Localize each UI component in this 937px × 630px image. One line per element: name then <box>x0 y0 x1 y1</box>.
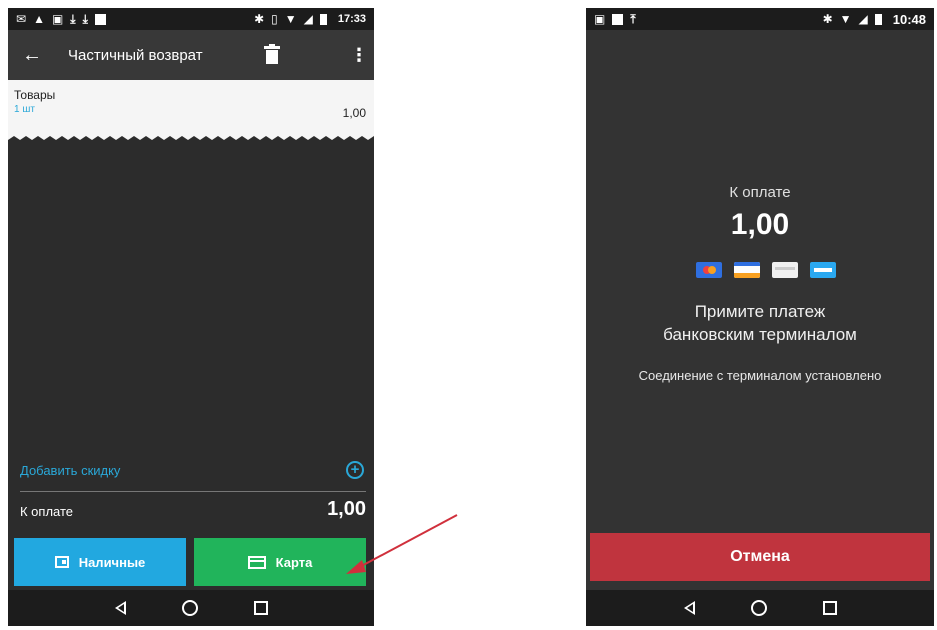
more-vert-icon[interactable]: ⋮ <box>344 45 374 66</box>
bluetooth-icon: ✱ <box>254 12 265 26</box>
gmail-icon: ✉ <box>16 12 27 26</box>
receipt-item[interactable]: Товары 1 шт 1,00 <box>8 80 374 132</box>
nav-home-icon[interactable] <box>181 600 198 616</box>
credit-card-icon <box>247 555 266 569</box>
toolbar: ← Частичный возврат ⋮ <box>8 30 374 80</box>
status-bar: ▣ ⤒ ✱ ▼ ◢ 10:48 <box>586 8 934 30</box>
download-icon: ⤓ <box>82 12 88 26</box>
card-button-label: Карта <box>275 554 313 570</box>
phone-screen-terminal-payment: ▣ ⤒ ✱ ▼ ◢ 10:48 К оплате 1,00 Примите пл… <box>586 8 934 626</box>
toolbar-title: Частичный возврат <box>68 46 203 64</box>
square-icon <box>94 13 106 25</box>
cancel-button[interactable]: Отмена <box>590 533 930 581</box>
status-bar: ✉ ▲ ▣ ⤓ ⤓ ✱ ▯ ▼ ◢ 17:33 <box>8 8 374 30</box>
image-icon: ▣ <box>594 12 606 26</box>
connection-status: Соединение с терминалом установлено <box>638 368 882 383</box>
battery-icon <box>319 13 327 25</box>
status-time: 10:48 <box>892 11 926 27</box>
terminal-message: Примите платеж банковским терминалом <box>586 300 934 346</box>
total-label: К оплате <box>20 504 74 519</box>
card-icon <box>810 262 836 278</box>
divider <box>20 491 366 492</box>
payment-amount: 1,00 <box>730 208 790 241</box>
image-icon: ▣ <box>51 12 64 26</box>
annotation-arrow-icon <box>346 514 458 574</box>
card-icon <box>772 262 798 278</box>
item-quantity: 1 шт <box>14 104 35 115</box>
battery-icon <box>874 13 882 25</box>
receipt-torn-edge <box>8 132 374 140</box>
cash-button[interactable]: Наличные <box>14 538 186 586</box>
system-icons: ✱ ▼ ◢ 10:48 <box>823 12 926 27</box>
upload-icon: ⤒ <box>630 12 636 26</box>
system-icons: ✱ ▯ ▼ ◢ 17:33 <box>254 13 366 25</box>
add-discount-link[interactable]: Добавить скидку <box>20 463 120 478</box>
phone-screen-partial-return: ✉ ▲ ▣ ⤓ ⤓ ✱ ▯ ▼ ◢ 17:33 ← Частичный возв… <box>8 8 374 626</box>
notification-icons: ✉ ▲ ▣ ⤓ ⤓ <box>16 13 106 25</box>
signal-icon: ◢ <box>303 12 313 26</box>
nav-back-icon[interactable] <box>114 601 126 615</box>
nav-recent-icon[interactable] <box>253 601 268 615</box>
card-icon <box>734 262 760 278</box>
wallet-icon <box>54 556 69 568</box>
wifi-icon: ▼ <box>284 12 297 26</box>
terminal-message-line1: Примите платеж <box>694 302 826 321</box>
trash-icon[interactable] <box>262 44 282 66</box>
vibrate-icon: ▯ <box>271 12 278 26</box>
download-icon: ⤓ <box>70 12 76 26</box>
card-logos <box>696 262 836 278</box>
item-name: Товары <box>14 88 56 102</box>
add-circle-icon[interactable]: + <box>346 461 364 479</box>
notification-icons: ▣ ⤒ <box>594 13 636 25</box>
nav-home-icon[interactable] <box>750 600 767 616</box>
wifi-icon: ▼ <box>839 12 852 26</box>
item-price: 1,00 <box>342 106 366 120</box>
bluetooth-icon: ✱ <box>822 12 833 26</box>
nav-back-icon[interactable] <box>683 601 695 615</box>
warning-icon: ▲ <box>33 12 45 26</box>
mastercard-icon <box>696 262 722 278</box>
cash-button-label: Наличные <box>78 554 146 570</box>
status-time: 17:33 <box>337 13 366 25</box>
back-arrow-icon[interactable]: ← <box>8 44 56 67</box>
navigation-bar <box>8 590 374 626</box>
terminal-message-line2: банковским терминалом <box>663 325 857 344</box>
nav-recent-icon[interactable] <box>822 601 837 615</box>
square-icon <box>612 13 624 25</box>
cancel-button-label: Отмена <box>730 548 790 565</box>
payment-label: К оплате <box>729 184 791 201</box>
navigation-bar <box>586 590 934 626</box>
signal-icon: ◢ <box>858 12 868 26</box>
